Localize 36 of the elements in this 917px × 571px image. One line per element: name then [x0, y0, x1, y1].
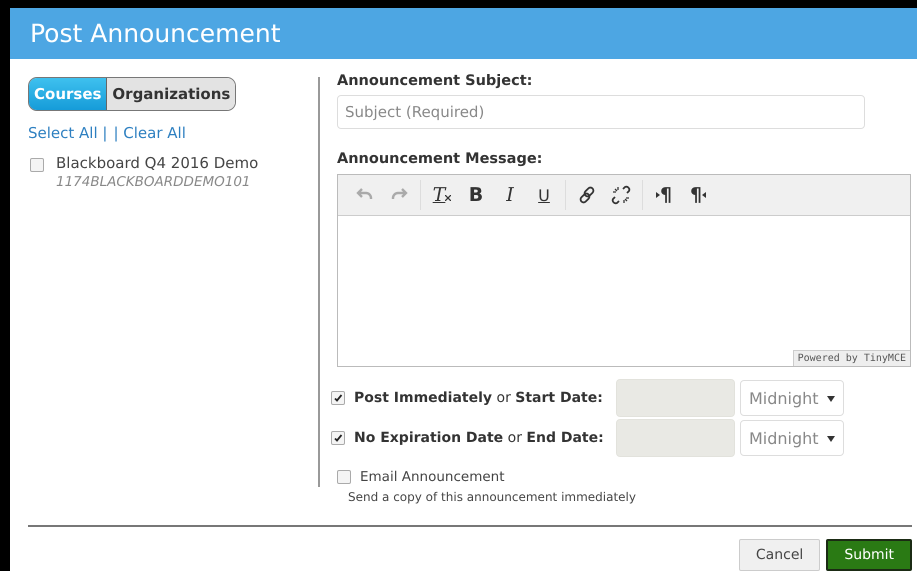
left-to-right-button[interactable]: ¶	[649, 181, 679, 209]
checkbox[interactable]	[337, 470, 351, 484]
triangle-icon	[656, 192, 660, 198]
checkbox[interactable]	[331, 391, 345, 405]
underline-button[interactable]: U	[529, 181, 559, 209]
caret-icon	[827, 396, 835, 402]
caret-icon	[827, 436, 835, 442]
powered-by-label: Powered by TinyMCE	[792, 350, 910, 366]
date-field[interactable]	[616, 419, 735, 457]
clear-format-button[interactable]: T	[427, 181, 457, 209]
time-select[interactable]: Midnight	[740, 420, 844, 456]
x-mark-icon	[445, 195, 452, 201]
checkbox[interactable]	[30, 158, 44, 172]
email-hint: Send a copy of this announcement immediately	[348, 490, 637, 504]
link[interactable]: Select All |	[28, 124, 108, 142]
date-field[interactable]	[616, 379, 735, 417]
date-label: No Expiration Date or End Date:	[354, 430, 605, 446]
triangle-icon	[702, 192, 706, 198]
tab[interactable]: Organizations	[107, 78, 236, 110]
course-name: Blackboard Q4 2016 Demo	[56, 154, 258, 172]
course-code: 1174BLACKBOARDDEMO101	[56, 174, 252, 190]
field-label: Announcement Subject:	[337, 73, 534, 89]
submit-button[interactable]: Submit	[826, 539, 912, 571]
link[interactable]: | Clear All	[113, 124, 186, 142]
cancel-button[interactable]: Cancel	[738, 539, 820, 571]
email-label: Email Announcement	[360, 469, 504, 485]
message-editor[interactable]: Powered by TinyMCE	[338, 216, 910, 366]
bold-button[interactable]: B	[461, 181, 491, 209]
window-title: Post Announcement	[10, 8, 917, 59]
italic-button[interactable]: I	[495, 181, 525, 209]
right-to-left-button[interactable]: ¶	[683, 181, 713, 209]
subject-field[interactable]: Subject (Required)	[337, 95, 865, 129]
date-label: Post Immediately or Start Date:	[354, 390, 604, 406]
field-label: Announcement Message:	[337, 151, 544, 167]
time-select[interactable]: Midnight	[740, 380, 844, 416]
checkbox[interactable]	[331, 431, 345, 445]
